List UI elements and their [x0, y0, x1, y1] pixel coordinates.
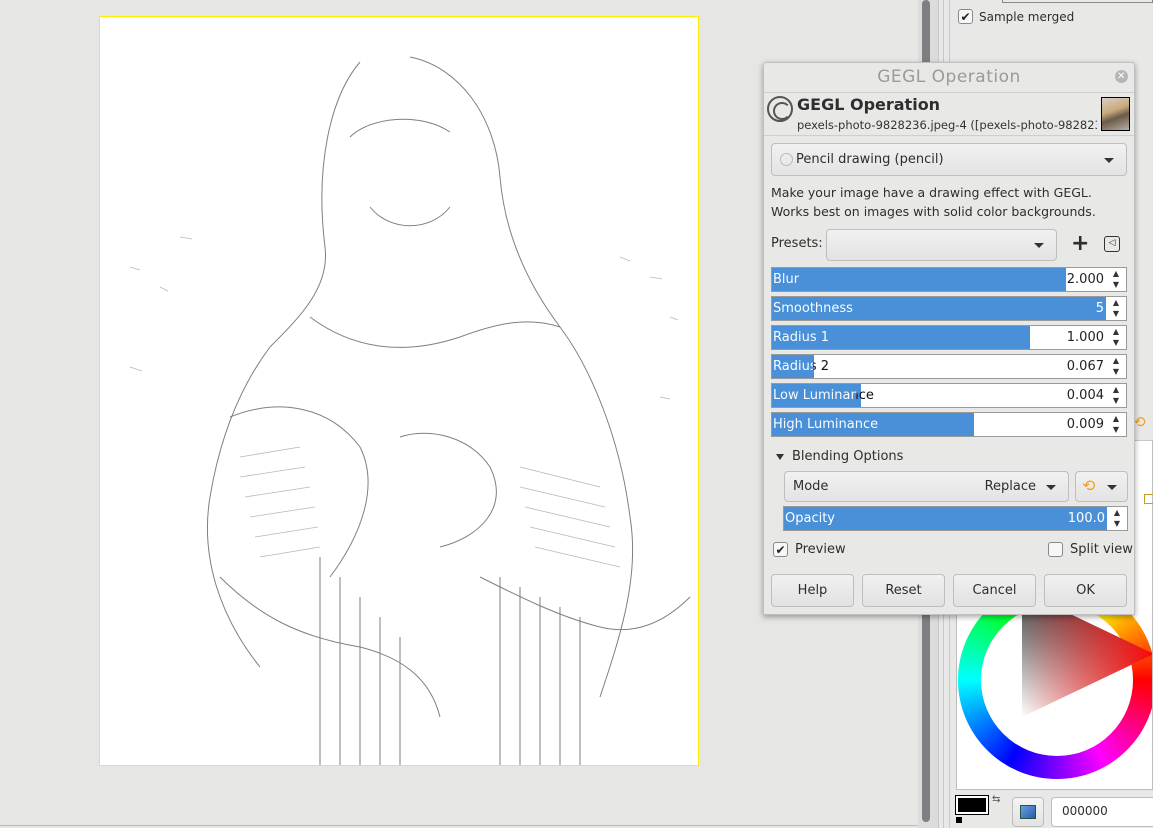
spin-arrows[interactable]: ▲ ▼	[1106, 326, 1126, 349]
chevron-down-icon	[1107, 485, 1117, 490]
description-line: Works best on images with solid color ba…	[771, 204, 1096, 219]
opacity-slider[interactable]: Opacity 100.0 ▲ ▼	[783, 506, 1128, 531]
cancel-button[interactable]: Cancel	[953, 574, 1036, 607]
gegl-small-icon	[780, 153, 793, 166]
close-icon[interactable]: ✕	[1115, 70, 1128, 83]
preset-menu-icon[interactable]: ◁	[1104, 236, 1120, 252]
gegl-operation-dialog: GEGL Operation ✕ GEGL Operation pexels-p…	[763, 62, 1135, 615]
hex-color-input[interactable]: 000000	[1051, 797, 1153, 827]
default-colors-icon[interactable]	[956, 817, 962, 823]
preview-row[interactable]: ✔ Preview	[773, 542, 846, 557]
presets-dropdown[interactable]	[826, 229, 1057, 261]
split-view-row[interactable]: Split view	[1048, 542, 1133, 557]
pencil-sketch-image	[129, 56, 691, 765]
sample-merged-label: Sample merged	[979, 9, 1075, 24]
top-field[interactable]	[1002, 0, 1153, 3]
spin-arrows[interactable]: ▲ ▼	[1106, 413, 1126, 436]
param-slider-radius-1[interactable]: Radius 1 1.000 ▲ ▼	[771, 325, 1127, 350]
slider-value: 0.009	[1066, 417, 1104, 432]
dialog-title: GEGL Operation	[877, 67, 1021, 87]
reset-button[interactable]: Reset	[862, 574, 945, 607]
panel-tab-strip	[1136, 440, 1153, 490]
dialog-header: GEGL Operation pexels-photo-9828236.jpeg…	[764, 92, 1134, 136]
chevron-down-icon	[1046, 485, 1056, 490]
blending-options-expander[interactable]: Blending Options	[776, 449, 903, 464]
slider-label: High Luminance	[773, 417, 879, 432]
chevron-down-icon	[1104, 158, 1114, 163]
slider-value: 0.004	[1066, 388, 1104, 403]
param-slider-radius-2[interactable]: Radius 2 0.067 ▲ ▼	[771, 354, 1127, 379]
slider-label: Smoothness	[773, 301, 853, 316]
slider-label: Radius 1	[773, 330, 829, 345]
mode-label: Mode	[793, 479, 829, 494]
slider-label: Radius 2	[773, 359, 829, 374]
chevron-down-icon	[1034, 243, 1044, 248]
slider-value: 5	[1095, 301, 1104, 316]
operation-description: Make your image have a drawing effect wi…	[771, 183, 1096, 221]
slider-label: Low Luminance	[773, 388, 874, 403]
blending-options-label: Blending Options	[792, 449, 904, 464]
param-slider-smoothness[interactable]: Smoothness 5 ▲ ▼	[771, 296, 1127, 321]
eyedropper-icon	[1020, 805, 1036, 819]
spin-arrows[interactable]: ▲ ▼	[1106, 297, 1126, 320]
color-picker-button[interactable]	[1012, 797, 1044, 827]
spin-arrows[interactable]: ▲ ▼	[1106, 355, 1126, 378]
spin-arrows[interactable]: ▲ ▼	[1106, 268, 1126, 291]
mode-value: Replace	[984, 479, 1036, 494]
preview-label: Preview	[795, 542, 846, 557]
sample-merged-row[interactable]: ✔ Sample merged	[958, 9, 1074, 24]
image-canvas[interactable]	[99, 16, 699, 766]
spin-arrows[interactable]: ▲ ▼	[1107, 507, 1127, 530]
foreground-color-swatch[interactable]	[955, 795, 989, 815]
slider-value: 2.000	[1066, 272, 1104, 287]
header-subtitle: pexels-photo-9828236.jpeg-4 ([pexels-pho…	[797, 118, 1097, 132]
param-slider-low-luminance[interactable]: Low Luminance 0.004 ▲ ▼	[771, 383, 1127, 408]
opacity-label: Opacity	[785, 511, 836, 526]
operation-dropdown[interactable]: Pencil drawing (pencil)	[771, 143, 1127, 176]
slider-fill	[772, 268, 1066, 291]
presets-label: Presets:	[771, 236, 823, 251]
preview-checkbox[interactable]: ✔	[773, 542, 788, 557]
dialog-titlebar[interactable]: GEGL Operation ✕	[764, 63, 1134, 92]
expander-arrow-icon	[776, 453, 784, 460]
image-thumbnail	[1101, 97, 1130, 131]
slider-value: 1.000	[1066, 330, 1104, 345]
add-preset-icon[interactable]: +	[1071, 231, 1089, 257]
spin-arrows[interactable]: ▲ ▼	[1106, 384, 1126, 407]
param-slider-blur[interactable]: Blur 2.000 ▲ ▼	[771, 267, 1127, 292]
opacity-value: 100.0	[1067, 511, 1105, 526]
split-view-checkbox[interactable]	[1048, 542, 1063, 557]
slider-value: 0.067	[1066, 359, 1104, 374]
help-button[interactable]: Help	[771, 574, 854, 607]
split-view-label: Split view	[1070, 542, 1133, 557]
swap-colors-icon[interactable]: ⇆	[992, 794, 1000, 805]
sample-merged-checkbox[interactable]: ✔	[958, 9, 973, 24]
operation-value: Pencil drawing (pencil)	[796, 152, 944, 167]
composite-reset-dropdown[interactable]: ⟲	[1075, 471, 1128, 502]
reset-icon: ⟲	[1082, 476, 1096, 495]
param-slider-high-luminance[interactable]: High Luminance 0.009 ▲ ▼	[771, 412, 1127, 437]
ok-button[interactable]: OK	[1044, 574, 1127, 607]
gegl-logo-icon	[767, 96, 793, 122]
description-line: Make your image have a drawing effect wi…	[771, 185, 1092, 200]
panel-tab-icon[interactable]	[1144, 494, 1153, 504]
header-title: GEGL Operation	[797, 95, 941, 114]
slider-label: Blur	[773, 272, 800, 287]
mode-dropdown[interactable]: Mode Replace	[784, 471, 1069, 502]
